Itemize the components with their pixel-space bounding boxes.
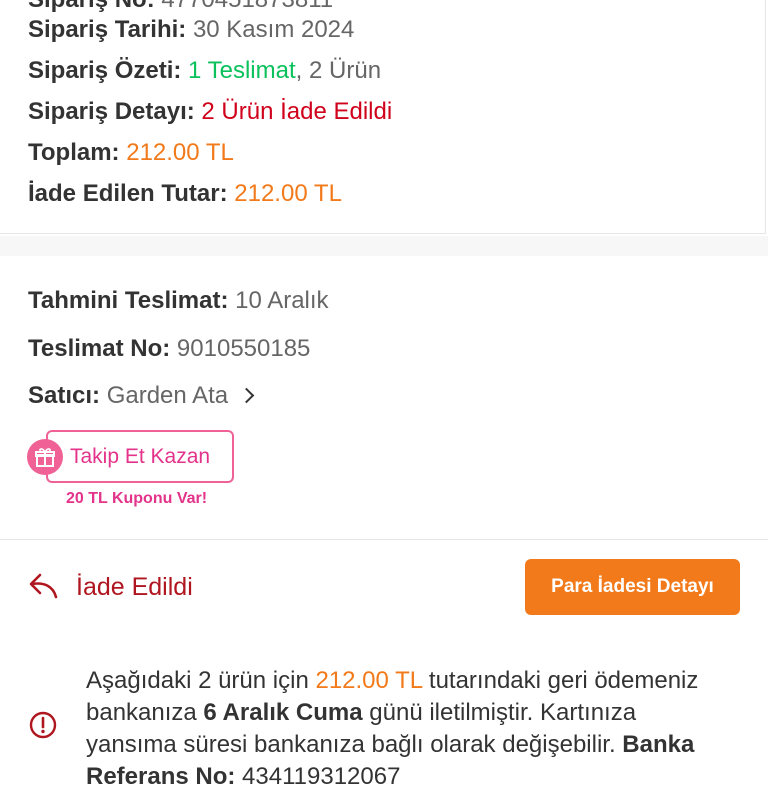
estimated-delivery-row: Tahmini Teslimat: 10 Aralık: [28, 287, 329, 315]
follow-and-earn-button[interactable]: Takip Et Kazan: [46, 430, 234, 483]
info-part-1: Aşağıdaki 2 ürün için: [86, 667, 316, 694]
delivery-number-value: 9010550185: [176, 335, 311, 362]
order-summary-label: Sipariş Özeti:: [28, 57, 182, 84]
bank-reference-value: 434119312067: [235, 763, 401, 790]
refund-info-text: Aşağıdaki 2 ürün için 212.00 TL tutarınd…: [86, 665, 726, 793]
coupon-text: 20 TL Kuponu Var!: [66, 490, 208, 507]
order-date-value: 30 Kasım 2024: [192, 16, 355, 43]
seller-label: Satıcı:: [28, 382, 101, 409]
order-total-value: 212.00 TL: [126, 139, 234, 166]
return-status-label: İade Edildi: [76, 573, 193, 601]
order-number-value: 4770451873811: [161, 0, 333, 13]
info-amount: 212.00 TL: [315, 667, 423, 694]
return-arrow-icon: [28, 571, 60, 606]
refunded-amount-label: İade Edilen Tutar:: [28, 180, 228, 207]
order-number-label: Sipariş No:: [28, 0, 155, 13]
order-summary-separator: ,: [295, 57, 303, 84]
order-summary-row: Sipariş Özeti: 1 Teslimat, 2 Ürün: [28, 57, 381, 85]
follow-and-earn-label: Takip Et Kazan: [70, 444, 211, 468]
estimated-delivery-value: 10 Aralık: [235, 287, 329, 314]
order-summary-deliveries: 1 Teslimat: [188, 57, 296, 84]
order-number-row: Sipariş No: 4770451873811: [28, 0, 333, 14]
divider: [0, 539, 768, 540]
order-total-label: Toplam:: [28, 139, 120, 166]
order-detail-label: Sipariş Detayı:: [28, 98, 195, 125]
refunded-amount-value: 212.00 TL: [234, 180, 342, 207]
order-detail-row: Sipariş Detayı: 2 Ürün İade Edildi: [28, 98, 392, 126]
order-date-row: Sipariş Tarihi: 30 Kasım 2024: [28, 16, 354, 44]
refunded-amount-row: İade Edilen Tutar: 212.00 TL: [28, 180, 342, 208]
refund-detail-button[interactable]: Para İadesi Detayı: [525, 559, 740, 615]
order-summary-items: 2 Ürün: [309, 57, 382, 84]
gift-icon: [27, 439, 63, 475]
delivery-number-label: Teslimat No:: [28, 335, 171, 362]
estimated-delivery-label: Tahmini Teslimat:: [28, 287, 229, 314]
chevron-right-icon: [238, 387, 255, 404]
section-gap: [0, 236, 768, 257]
order-detail-value: 2 Ürün İade Edildi: [201, 98, 393, 125]
seller-link[interactable]: Garden Ata: [107, 382, 228, 409]
delivery-number-row: Teslimat No: 9010550185: [28, 335, 310, 363]
info-icon: [28, 710, 58, 745]
info-date: 6 Aralık Cuma: [203, 699, 363, 726]
order-date-label: Sipariş Tarihi:: [28, 16, 187, 43]
seller-row[interactable]: Satıcı: Garden Ata: [28, 382, 255, 410]
order-total-row: Toplam: 212.00 TL: [28, 139, 234, 167]
